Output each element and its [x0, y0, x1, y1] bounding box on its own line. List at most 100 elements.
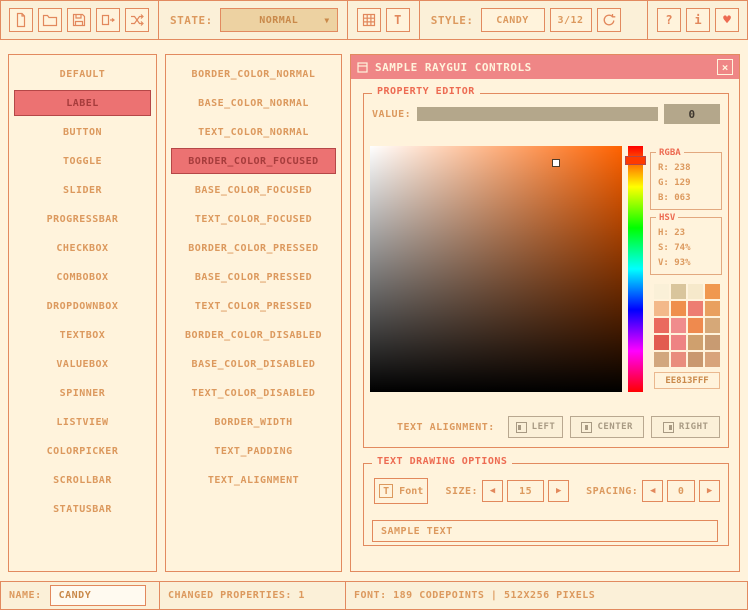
value-box[interactable]: 0	[664, 104, 720, 124]
property-item[interactable]: BASE_COLOR_FOCUSED	[171, 177, 336, 203]
align-center-button[interactable]: CENTER	[570, 416, 644, 438]
property-editor-title: Property Editor	[372, 86, 480, 97]
new-style-button[interactable]	[9, 8, 33, 32]
property-item[interactable]: BORDER_WIDTH	[171, 409, 336, 435]
color-swatch[interactable]	[705, 352, 720, 367]
color-swatch[interactable]	[654, 335, 669, 350]
color-swatch[interactable]	[705, 318, 720, 333]
state-dropdown[interactable]: NORMAL ▼	[220, 8, 338, 32]
value-slider[interactable]	[417, 107, 658, 121]
control-item[interactable]: DROPDOWNBOX	[14, 293, 151, 319]
size-value-box[interactable]: 15	[507, 480, 545, 502]
control-item-selected[interactable]: LABEL	[14, 90, 151, 116]
color-swatch[interactable]	[705, 301, 720, 316]
property-item[interactable]: TEXT_COLOR_DISABLED	[171, 380, 336, 406]
control-item[interactable]: DEFAULT	[14, 61, 151, 87]
align-left-button[interactable]: LEFT	[508, 416, 563, 438]
property-item[interactable]: TEXT_PADDING	[171, 438, 336, 464]
color-swatch[interactable]	[671, 352, 686, 367]
chevron-down-icon: ▼	[324, 16, 329, 25]
color-swatch[interactable]	[654, 301, 669, 316]
open-style-button[interactable]	[38, 8, 62, 32]
align-right-button[interactable]: RIGHT	[651, 416, 720, 438]
spacing-increase-button[interactable]: ▶	[699, 480, 720, 502]
save-style-button[interactable]	[67, 8, 91, 32]
color-swatch[interactable]	[705, 335, 720, 350]
hex-value-box[interactable]: EE813FFF	[654, 372, 720, 389]
control-item[interactable]: VALUEBOX	[14, 351, 151, 377]
hsv-hue-value: H: 23	[658, 226, 721, 241]
control-item[interactable]: SLIDER	[14, 177, 151, 203]
size-decrease-button[interactable]: ◀	[482, 480, 503, 502]
random-style-button[interactable]	[125, 8, 149, 32]
property-item[interactable]: TEXT_COLOR_PRESSED	[171, 293, 336, 319]
load-font-button[interactable]: T Font	[374, 478, 428, 504]
close-button[interactable]: ×	[717, 59, 733, 75]
color-swatches	[654, 284, 720, 367]
property-item[interactable]: TEXT_COLOR_NORMAL	[171, 119, 336, 145]
color-picker-cursor[interactable]	[552, 159, 560, 167]
spacing-value-box[interactable]: 0	[667, 480, 695, 502]
save-icon	[71, 12, 87, 28]
info-button[interactable]: i	[686, 8, 710, 32]
control-item[interactable]: SCROLLBAR	[14, 467, 151, 493]
color-swatch[interactable]	[671, 301, 686, 316]
color-swatch[interactable]	[688, 301, 703, 316]
text-alignment-row: Text Alignment: LEFT CENTER RIGHT	[397, 416, 720, 438]
value-row: Value: 0	[372, 104, 720, 124]
control-item[interactable]: TEXTBOX	[14, 322, 151, 348]
hue-slider[interactable]	[628, 146, 643, 392]
font-info-cell: FONT: 189 codepoints | 512x256 pixels	[345, 581, 748, 610]
color-swatch[interactable]	[654, 318, 669, 333]
window-titlebar[interactable]: Sample raygui controls ×	[351, 55, 739, 79]
control-item[interactable]: SPINNER	[14, 380, 151, 406]
control-item[interactable]: LISTVIEW	[14, 409, 151, 435]
color-swatch[interactable]	[688, 284, 703, 299]
color-saturation-value-panel[interactable]	[370, 146, 622, 392]
control-item[interactable]: STATUSBAR	[14, 496, 151, 522]
control-item[interactable]: BUTTON	[14, 119, 151, 145]
color-swatch[interactable]	[671, 318, 686, 333]
export-style-button[interactable]	[96, 8, 120, 32]
color-swatch[interactable]	[671, 335, 686, 350]
color-swatch[interactable]	[654, 284, 669, 299]
hsv-value-value: V: 93%	[658, 256, 721, 271]
property-item[interactable]: BASE_COLOR_NORMAL	[171, 90, 336, 116]
reload-style-button[interactable]	[597, 8, 621, 32]
property-item[interactable]: BASE_COLOR_PRESSED	[171, 264, 336, 290]
properties-list: BORDER_COLOR_NORMAL BASE_COLOR_NORMAL TE…	[165, 54, 342, 572]
text-drawing-options-group: Text Drawing Options T Font Size: ◀ 15 ▶…	[363, 463, 729, 546]
property-item-selected[interactable]: BORDER_COLOR_FOCUSED	[171, 148, 336, 174]
hue-slider-cursor[interactable]	[625, 156, 646, 165]
property-item[interactable]: TEXT_COLOR_FOCUSED	[171, 206, 336, 232]
align-center-label: CENTER	[597, 422, 633, 432]
control-item[interactable]: COLORPICKER	[14, 438, 151, 464]
color-swatch[interactable]	[671, 284, 686, 299]
sponsor-button[interactable]: ♥	[715, 8, 739, 32]
spacing-decrease-button[interactable]: ◀	[642, 480, 663, 502]
property-item[interactable]: TEXT_ALIGNMENT	[171, 467, 336, 493]
control-item[interactable]: CHECKBOX	[14, 235, 151, 261]
color-swatch[interactable]	[705, 284, 720, 299]
name-label: Name:	[9, 590, 42, 601]
text-alignment-label: Text Alignment:	[397, 422, 495, 433]
style-table-image-button[interactable]	[357, 8, 381, 32]
style-name-input[interactable]: Candy	[50, 585, 146, 606]
help-button[interactable]: ?	[657, 8, 681, 32]
color-swatch[interactable]	[654, 352, 669, 367]
property-item[interactable]: BASE_COLOR_DISABLED	[171, 351, 336, 377]
arrow-right-icon: ▶	[556, 486, 561, 496]
property-item[interactable]: BORDER_COLOR_DISABLED	[171, 322, 336, 348]
property-item[interactable]: BORDER_COLOR_NORMAL	[171, 61, 336, 87]
property-item[interactable]: BORDER_COLOR_PRESSED	[171, 235, 336, 261]
size-increase-button[interactable]: ▶	[548, 480, 569, 502]
control-item[interactable]: COMBOBOX	[14, 264, 151, 290]
font-atlas-button[interactable]: T	[386, 8, 410, 32]
control-item[interactable]: PROGRESSBAR	[14, 206, 151, 232]
color-swatch[interactable]	[688, 335, 703, 350]
control-item[interactable]: TOGGLE	[14, 148, 151, 174]
color-swatch[interactable]	[688, 318, 703, 333]
color-swatch[interactable]	[688, 352, 703, 367]
style-name-box[interactable]: Candy	[481, 8, 545, 32]
sample-text-input[interactable]: sample text	[372, 520, 718, 542]
